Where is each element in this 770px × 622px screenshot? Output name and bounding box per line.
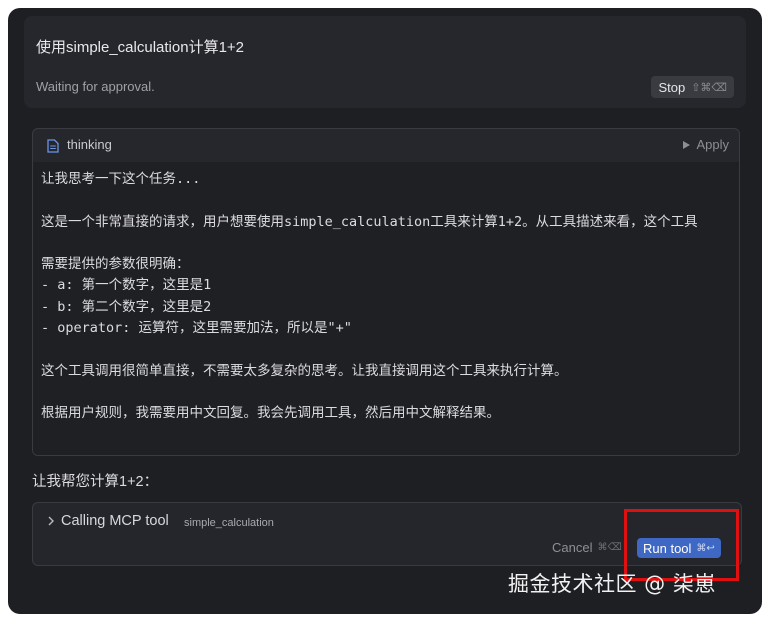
document-icon bbox=[47, 139, 59, 153]
thinking-title: thinking bbox=[67, 137, 112, 152]
tool-name: simple_calculation bbox=[184, 517, 274, 529]
stop-button[interactable]: Stop ⇧⌘⌫ bbox=[651, 76, 734, 98]
thinking-content: 让我思考一下这个任务... 这是一个非常直接的请求，用户想要使用simple_c… bbox=[33, 162, 739, 455]
tool-call-card: Calling MCP tool simple_calculation Canc… bbox=[32, 502, 742, 566]
stop-shortcut: ⇧⌘⌫ bbox=[691, 80, 727, 94]
thinking-panel: thinking Apply 让我思考一下这个任务... 这是一个非常直接的请求… bbox=[32, 128, 740, 456]
run-tool-shortcut: ⌘↩ bbox=[696, 542, 715, 554]
cancel-button-label: Cancel bbox=[552, 540, 593, 555]
chevron-right-icon[interactable] bbox=[45, 515, 57, 527]
cancel-shortcut: ⌘⌫ bbox=[597, 542, 622, 553]
tool-call-label: Calling MCP tool bbox=[61, 513, 169, 529]
cancel-button[interactable]: Cancel ⌘⌫ bbox=[552, 540, 622, 555]
user-prompt-text: 使用simple_calculation计算1+2 bbox=[36, 39, 245, 56]
approval-status: Waiting for approval. bbox=[36, 79, 155, 94]
apply-button-label: Apply bbox=[696, 137, 729, 152]
apply-button[interactable]: Apply bbox=[683, 137, 729, 152]
run-tool-label: Run tool bbox=[643, 540, 692, 556]
assistant-message: 让我帮您计算1+2： bbox=[32, 474, 159, 490]
chat-window: 使用simple_calculation计算1+2 Waiting for ap… bbox=[8, 8, 762, 614]
run-tool-button[interactable]: Run tool ⌘↩ bbox=[637, 538, 721, 558]
watermark: 掘金技术社区 @ 柒崽 bbox=[508, 572, 716, 596]
user-prompt-card: 使用simple_calculation计算1+2 Waiting for ap… bbox=[24, 16, 746, 108]
play-icon bbox=[683, 140, 691, 149]
thinking-header: thinking Apply bbox=[33, 129, 739, 162]
stop-button-label: Stop bbox=[658, 79, 686, 95]
